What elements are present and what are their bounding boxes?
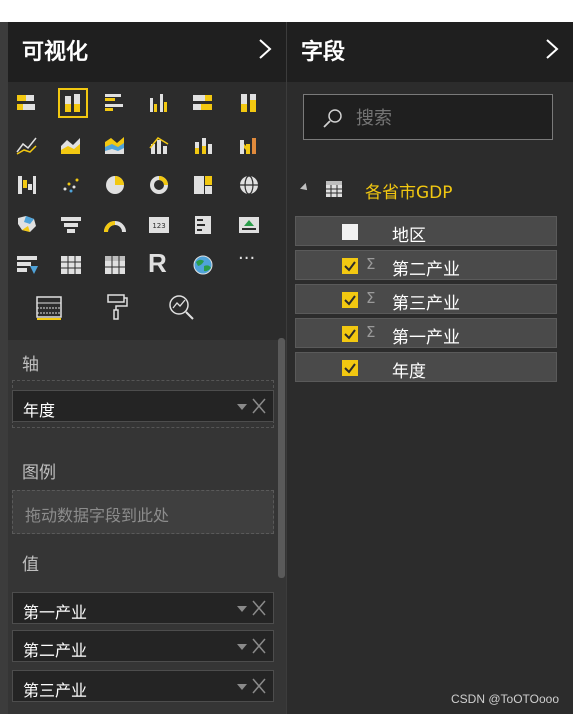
legend-section-label: 图例	[22, 463, 56, 483]
close-icon[interactable]	[251, 637, 267, 655]
field-item[interactable]: Σ 第一产业	[295, 318, 557, 348]
field-item-label: 第一产业	[392, 328, 460, 348]
field-item[interactable]: 年度	[295, 352, 557, 382]
100-stacked-bar-icon[interactable]	[192, 92, 214, 114]
checkbox-checked[interactable]	[342, 360, 358, 376]
pie-icon[interactable]	[104, 174, 126, 196]
waterfall-icon[interactable]	[16, 174, 38, 196]
scatter-icon[interactable]	[60, 174, 82, 196]
value-field-label: 第二产业	[23, 641, 88, 660]
visualizations-pane: 可视化 123 R ··· 轴 年度 图例 拖动数据字段到此处 值 第一产业 第…	[8, 22, 286, 714]
ribbon-chart-icon[interactable]	[238, 134, 260, 156]
field-wells: 轴 年度 图例 拖动数据字段到此处 值 第一产业 第二产业 第三产业	[8, 340, 286, 714]
checkbox-checked[interactable]	[342, 292, 358, 308]
filled-map-icon[interactable]	[16, 214, 38, 236]
chevron-right-icon[interactable]	[543, 36, 561, 62]
visualizations-title: 可视化	[22, 40, 89, 65]
slicer-icon[interactable]	[16, 254, 38, 276]
donut-icon[interactable]	[148, 174, 170, 196]
line-and-column-icon[interactable]	[148, 134, 170, 156]
value-field-label: 第一产业	[23, 603, 88, 622]
close-icon[interactable]	[251, 397, 267, 415]
table-icon[interactable]	[60, 254, 82, 276]
chevron-down-icon[interactable]	[237, 404, 247, 410]
table-icon	[326, 181, 342, 197]
collapse-triangle-icon[interactable]	[300, 183, 310, 193]
axis-field-label: 年度	[23, 401, 56, 420]
chevron-down-icon[interactable]	[237, 684, 247, 690]
format-paint-roller-icon[interactable]	[102, 292, 132, 322]
matrix-icon[interactable]	[104, 254, 126, 276]
table-name: 各省市GDP	[365, 183, 453, 203]
field-search-box[interactable]	[303, 94, 553, 140]
field-item[interactable]: Σ 第三产业	[295, 284, 557, 314]
field-item[interactable]: Σ 第二产业	[295, 250, 557, 280]
value-field-pill[interactable]: 第一产业	[12, 592, 274, 624]
stacked-column-icon[interactable]	[58, 88, 88, 118]
legend-drop-area[interactable]: 拖动数据字段到此处	[12, 490, 274, 534]
line-and-stacked-column-icon[interactable]	[192, 134, 214, 156]
close-icon[interactable]	[251, 677, 267, 695]
card-icon-label: 123	[152, 222, 165, 230]
wells-scrollbar[interactable]	[278, 338, 285, 578]
100-stacked-column-icon[interactable]	[238, 92, 260, 114]
field-item-label: 地区	[392, 226, 426, 246]
fields-header: 字段	[287, 22, 573, 82]
sigma-icon: Σ	[366, 289, 376, 307]
value-field-pill[interactable]: 第三产业	[12, 670, 274, 702]
clustered-bar-icon[interactable]	[104, 92, 126, 114]
kpi-icon[interactable]	[238, 214, 260, 236]
visual-pane-tabs	[8, 280, 286, 336]
visualizations-header: 可视化	[8, 22, 286, 82]
field-item[interactable]: 地区	[295, 216, 557, 246]
chevron-right-icon[interactable]	[256, 36, 274, 62]
sigma-icon: Σ	[366, 323, 376, 341]
checkbox-checked[interactable]	[342, 326, 358, 342]
fields-pane: 字段 各省市GDP 地区 Σ 第二产业 Σ 第三产业 Σ 第一产业 年度 CSD…	[287, 22, 573, 714]
gauge-icon[interactable]	[104, 214, 126, 236]
search-icon	[323, 109, 342, 128]
sigma-icon: Σ	[366, 255, 376, 273]
axis-section-label: 轴	[22, 355, 39, 375]
stacked-bar-icon[interactable]	[16, 92, 38, 114]
value-field-pill[interactable]: 第二产业	[12, 630, 274, 662]
checkbox[interactable]	[342, 224, 358, 240]
axis-field-pill[interactable]: 年度	[12, 390, 274, 422]
legend-placeholder: 拖动数据字段到此处	[25, 506, 170, 525]
line-chart-icon[interactable]	[16, 134, 38, 156]
card-icon[interactable]: 123	[148, 214, 170, 236]
watermark: CSDN @ToOTOooo	[451, 692, 559, 706]
search-input[interactable]	[354, 103, 538, 133]
values-section-label: 值	[22, 555, 39, 575]
clustered-column-icon[interactable]	[148, 92, 170, 114]
area-chart-icon[interactable]	[60, 134, 82, 156]
close-icon[interactable]	[251, 599, 267, 617]
more-icon[interactable]: ···	[238, 248, 268, 270]
treemap-icon[interactable]	[192, 174, 214, 196]
multi-row-card-icon[interactable]	[192, 214, 214, 236]
globe-icon[interactable]	[192, 254, 214, 276]
analytics-magnifier-icon[interactable]	[166, 292, 196, 322]
fields-tab-icon[interactable]	[34, 292, 64, 322]
field-item-label: 第三产业	[392, 294, 460, 314]
fields-title: 字段	[301, 40, 346, 65]
checkbox-checked[interactable]	[342, 258, 358, 274]
stacked-area-icon[interactable]	[104, 134, 126, 156]
chevron-down-icon[interactable]	[237, 644, 247, 650]
field-item-label: 第二产业	[392, 260, 460, 280]
funnel-icon[interactable]	[60, 214, 82, 236]
r-visual-icon[interactable]: R	[148, 248, 170, 278]
value-field-label: 第三产业	[23, 681, 88, 700]
chevron-down-icon[interactable]	[237, 606, 247, 612]
map-icon[interactable]	[238, 174, 260, 196]
field-item-label: 年度	[392, 362, 426, 382]
